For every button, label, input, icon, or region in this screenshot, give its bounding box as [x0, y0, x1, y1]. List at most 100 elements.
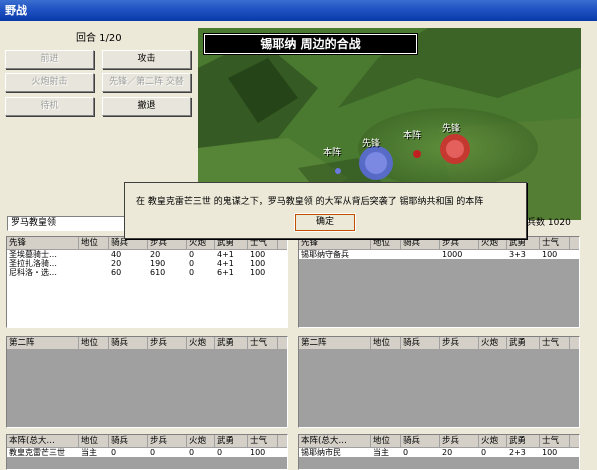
window-title-bar: 野战: [0, 0, 597, 21]
unit-valor: 4+1: [217, 259, 234, 268]
player-vanguard-label: 先锋: [362, 139, 381, 149]
col-rank: 地位: [371, 435, 401, 447]
col-morale: 士气: [248, 435, 278, 447]
col-infantry: 步兵: [148, 435, 187, 447]
table-row[interactable]: 尼科洛・选… 60 610 0 6+1 100: [7, 268, 287, 277]
table-header: 第二阵 地位 骑兵 步兵 火炮 武勇 士气: [7, 337, 287, 350]
unit-artillery: 0: [189, 448, 195, 457]
left-second-table: 第二阵 地位 骑兵 步兵 火炮 武勇 士气: [6, 336, 288, 428]
player-main-label: 本阵: [323, 148, 342, 158]
turn-counter: 回合 1/20: [76, 33, 122, 44]
table-row[interactable]: 教皇克雷芒三世 当主 0 0 0 0 100: [7, 448, 287, 457]
right-main-table: 本阵(总大… 地位 骑兵 步兵 火炮 武勇 士气 锡耶纳市民 当主 0 20 0…: [298, 434, 580, 470]
fire-button[interactable]: 火炮射击: [5, 73, 94, 92]
col-valor: 武勇: [507, 435, 540, 447]
unit-infantry: 610: [150, 268, 166, 277]
unit-valor: 2+3: [509, 448, 526, 457]
col-artillery: 火炮: [479, 337, 507, 349]
unit-infantry: 190: [150, 259, 166, 268]
unit-cavalry: 60: [111, 268, 122, 277]
troop-count-value: 1020: [547, 218, 571, 228]
unit-rank: [79, 250, 109, 259]
col-morale: 士气: [540, 337, 570, 349]
enemy-main-label: 本阵: [403, 131, 422, 141]
col-artillery: 火炮: [187, 435, 215, 447]
player-main-marker: [335, 168, 341, 174]
unit-rank: 当主: [81, 448, 97, 457]
col-rank: 地位: [79, 337, 109, 349]
col-artillery: 火炮: [479, 435, 507, 447]
unit-artillery: [479, 250, 507, 259]
unit-name: 锡耶纳市民: [301, 448, 341, 457]
unit-morale: 100: [542, 448, 558, 457]
unit-name: 圣埃墓骑士…: [9, 250, 57, 259]
col-unit: 本阵(总大…: [299, 435, 371, 447]
table-row[interactable]: 锡耶纳市民 当主 0 20 0 2+3 100: [299, 448, 579, 457]
col-unit: 先锋: [7, 237, 79, 249]
unit-artillery: 0: [189, 250, 195, 259]
advance-button[interactable]: 前进: [5, 50, 94, 69]
wait-button[interactable]: 待机: [5, 97, 94, 116]
unit-infantry: 1000: [442, 250, 463, 259]
ok-button[interactable]: 确定: [294, 213, 356, 232]
attack-button[interactable]: 攻击: [102, 50, 191, 69]
unit-artillery: 0: [189, 259, 195, 268]
col-unit: 本阵(总大…: [7, 435, 79, 447]
table-row[interactable]: 锡耶纳守备兵 1000 3+3 100: [299, 250, 579, 259]
table-row[interactable]: 圣拉扎洛骑… 20 190 0 4+1 100: [7, 259, 287, 268]
enemy-vanguard-label: 先锋: [442, 124, 461, 134]
col-morale: 士气: [248, 337, 278, 349]
col-unit: 第二阵: [299, 337, 371, 349]
swap-formation-button[interactable]: 先锋／第二阵 交替: [102, 73, 191, 92]
unit-valor: 3+3: [509, 250, 526, 259]
col-rank: 地位: [79, 435, 109, 447]
left-main-table: 本阵(总大… 地位 骑兵 步兵 火炮 武勇 士气 教皇克雷芒三世 当主 0 0 …: [6, 434, 288, 470]
table-header: 本阵(总大… 地位 骑兵 步兵 火炮 武勇 士气: [7, 435, 287, 448]
unit-cavalry: 20: [111, 259, 122, 268]
unit-valor: 4+1: [217, 250, 234, 259]
col-morale: 士气: [540, 435, 570, 447]
unit-infantry: 20: [150, 250, 161, 259]
unit-name: 尼科洛・选…: [9, 268, 57, 277]
unit-valor: 0: [217, 448, 223, 457]
unit-rank: [371, 250, 401, 259]
unit-infantry: 0: [150, 448, 156, 457]
table-row[interactable]: 圣埃墓骑士… 40 20 0 4+1 100: [7, 250, 287, 259]
col-valor: 武勇: [507, 337, 540, 349]
table-header: 本阵(总大… 地位 骑兵 步兵 火炮 武勇 士气: [299, 435, 579, 448]
unit-valor: 6+1: [217, 268, 234, 277]
enemy-main-marker: [413, 150, 421, 158]
right-second-table: 第二阵 地位 骑兵 步兵 火炮 武勇 士气: [298, 336, 580, 428]
left-vanguard-table: 先锋 地位 骑兵 步兵 火炮 武勇 士气 圣埃墓骑士… 40 20 0 4+1 …: [6, 236, 288, 328]
window-title: 野战: [5, 4, 27, 17]
col-cavalry: 骑兵: [109, 435, 148, 447]
right-vanguard-table: 先锋 地位 骑兵 步兵 火炮 武勇 士气 锡耶纳守备兵 1000 3+3 100: [298, 236, 580, 328]
unit-morale: 100: [250, 448, 266, 457]
unit-morale: 100: [250, 268, 266, 277]
unit-morale: 100: [542, 250, 558, 259]
col-artillery: 火炮: [187, 337, 215, 349]
col-infantry: 步兵: [148, 337, 187, 349]
unit-cavalry: 0: [403, 448, 409, 457]
unit-cavalry: 40: [111, 250, 122, 259]
unit-artillery: 0: [481, 448, 487, 457]
unit-name: 教皇克雷芒三世: [9, 448, 65, 457]
col-morale: 士气: [540, 237, 570, 249]
unit-morale: 100: [250, 259, 266, 268]
unit-morale: 100: [250, 250, 266, 259]
unit-artillery: 0: [189, 268, 195, 277]
window-client: 回合 1/20 前进 攻击 火炮射击 先锋／第二阵 交替 待机 撤退 锡耶纳 周…: [0, 21, 597, 470]
col-cavalry: 骑兵: [109, 337, 148, 349]
col-valor: 武勇: [215, 337, 248, 349]
unit-name: 圣拉扎洛骑…: [9, 259, 57, 268]
unit-cavalry: 0: [111, 448, 117, 457]
col-rank: 地位: [371, 337, 401, 349]
col-infantry: 步兵: [440, 435, 479, 447]
col-valor: 武勇: [215, 435, 248, 447]
dialog-message: 在 教皇克雷芒三世 的鬼谋之下，罗马教皇领 的大军从背后突袭了 锡耶纳共和国 的…: [136, 197, 484, 207]
col-cavalry: 骑兵: [401, 435, 440, 447]
unit-rank: 当主: [373, 448, 389, 457]
event-dialog: 在 教皇克雷芒三世 的鬼谋之下，罗马教皇领 的大军从背后突袭了 锡耶纳共和国 的…: [124, 182, 527, 239]
unit-infantry: 20: [442, 448, 453, 457]
retreat-button[interactable]: 撤退: [102, 97, 191, 116]
